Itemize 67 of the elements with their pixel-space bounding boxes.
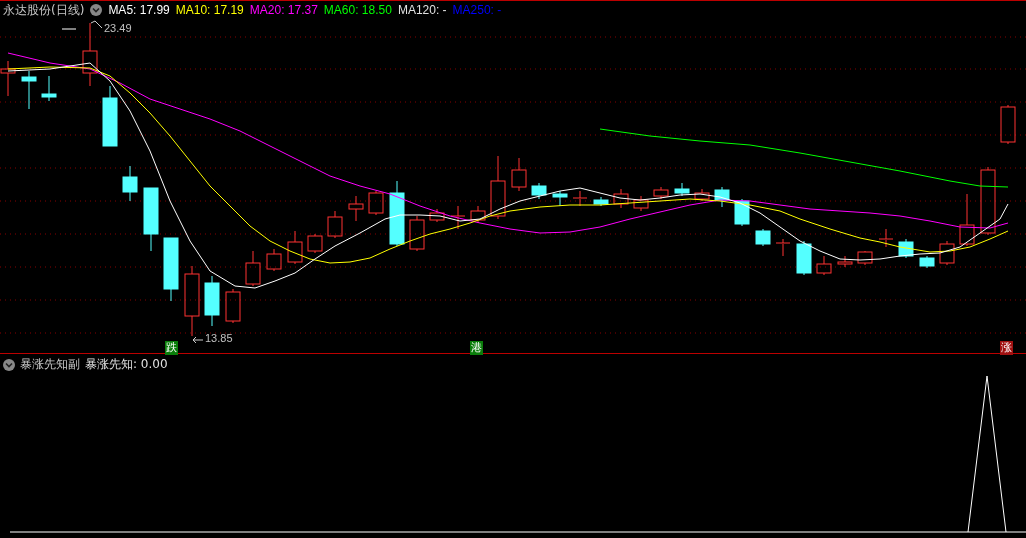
candlestick	[878, 228, 894, 248]
candlestick	[41, 75, 57, 102]
candlestick	[857, 250, 873, 266]
candlestick	[327, 210, 343, 239]
candlestick	[266, 248, 282, 272]
candlestick	[450, 205, 466, 230]
candlestick	[633, 195, 649, 212]
candlestick	[287, 230, 303, 265]
moving-average-label: MA120: -	[397, 3, 447, 17]
candlestick	[143, 187, 159, 252]
candlestick	[674, 182, 690, 197]
signal-marker: 港	[470, 341, 483, 355]
candlestick	[389, 180, 405, 247]
candlestick	[898, 238, 914, 259]
moving-average-label: MA10: 17.19	[175, 3, 244, 17]
dropdown-icon[interactable]	[90, 4, 103, 16]
candlestick	[204, 275, 220, 327]
candlestick	[245, 250, 261, 287]
candlestick	[470, 205, 486, 224]
candlestick	[490, 155, 506, 220]
candlestick	[225, 288, 241, 324]
candlestick	[593, 196, 609, 207]
candlestick	[939, 240, 955, 266]
candlestick	[82, 22, 98, 87]
low-price-label: 13.85	[205, 332, 233, 344]
candlestick	[694, 188, 710, 202]
candlestick	[1000, 104, 1016, 145]
candlestick	[429, 208, 445, 223]
indicator-value: 暴涨先知: 0.00	[85, 356, 168, 373]
candlestick	[796, 240, 812, 276]
indicator-name: 暴涨先知副	[20, 356, 80, 373]
candlestick	[816, 255, 832, 276]
moving-average-label: MA60: 18.50	[323, 3, 392, 17]
dash-mark	[61, 28, 77, 30]
moving-average-label: MA250: -	[452, 3, 502, 17]
candlestick	[919, 255, 935, 269]
stock-title: 永达股份(日线)	[3, 1, 85, 19]
candlestick	[409, 215, 425, 252]
candlestick	[653, 186, 669, 200]
candlestick	[572, 190, 588, 207]
candlestick	[959, 193, 975, 247]
dropdown-icon[interactable]	[3, 358, 15, 371]
high-price-label: 23.49	[104, 22, 132, 34]
candlestick	[21, 70, 37, 110]
candlestick	[775, 238, 791, 257]
candlestick	[511, 157, 527, 192]
moving-average-label: MA20: 17.37	[249, 3, 318, 17]
candlestick	[734, 198, 750, 227]
moving-average-label: MA5: 17.99	[108, 3, 170, 17]
candlestick	[531, 182, 547, 200]
candlestick	[837, 255, 853, 268]
candlestick	[184, 265, 200, 337]
candlestick	[307, 233, 323, 254]
candlestick	[102, 85, 118, 147]
signal-marker: 跌	[165, 341, 178, 355]
candlestick	[0, 60, 16, 97]
candlestick	[980, 166, 996, 236]
signal-marker: 涨	[1000, 341, 1013, 355]
candlestick	[755, 228, 771, 247]
candlestick	[348, 195, 364, 222]
candlestick	[163, 237, 179, 302]
candlestick	[613, 188, 629, 209]
candlestick	[368, 190, 384, 216]
arrow-icon	[192, 336, 204, 344]
candlestick	[552, 190, 568, 207]
candlestick	[122, 165, 138, 202]
candlestick	[714, 186, 730, 208]
